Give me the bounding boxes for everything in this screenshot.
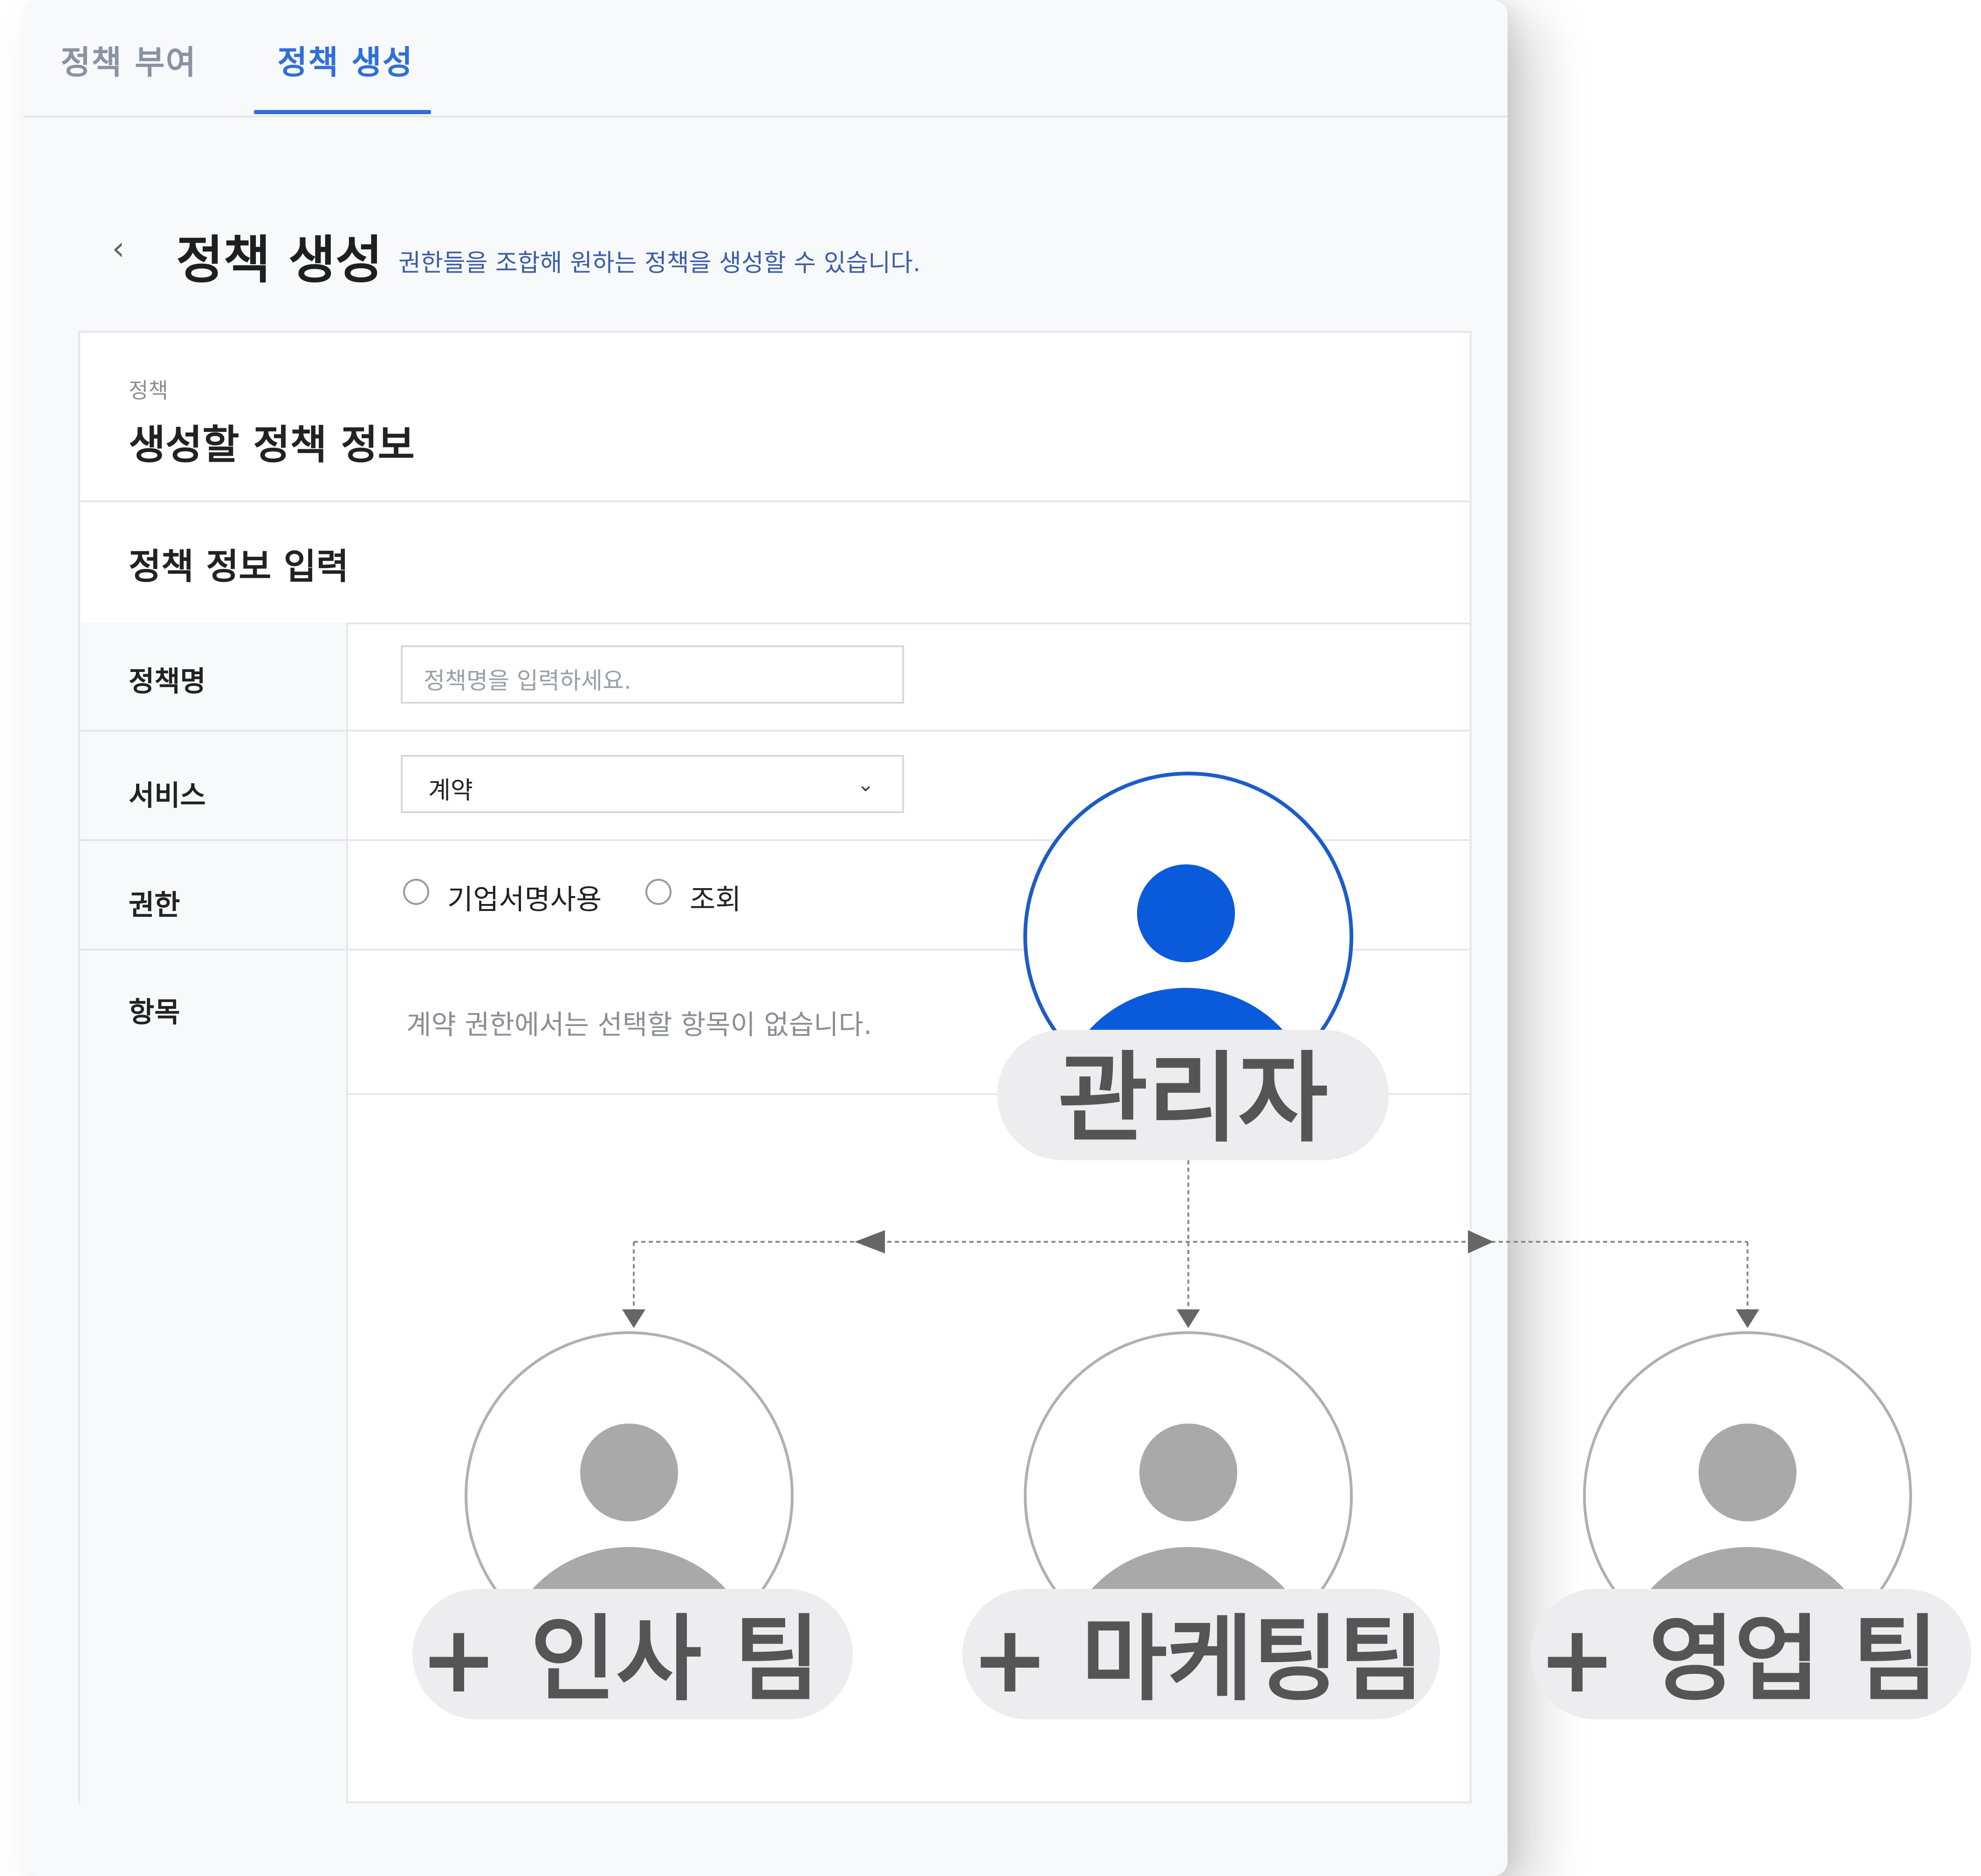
connector-lines (633, 1160, 1748, 1312)
team-label-marketing: + 마케팅팀 (971, 1605, 1424, 1714)
admin-label: 관리자 (1058, 1041, 1328, 1156)
team-pill-sales: + 영업 팀 (1531, 1589, 1971, 1719)
team-label-sales: + 영업 팀 (1538, 1605, 1939, 1714)
connector-arrows (622, 1230, 1759, 1328)
team-label-hr: + 인사 팀 (420, 1605, 820, 1714)
admin-label-pill: 관리자 (997, 1030, 1389, 1160)
team-pill-hr: + 인사 팀 (412, 1589, 853, 1719)
team-pill-marketing: + 마케팅팀 (962, 1589, 1440, 1719)
org-diagram: 관리자 + 인사 팀 + 마케팅팀 + 영업 팀 (412, 772, 1971, 1719)
